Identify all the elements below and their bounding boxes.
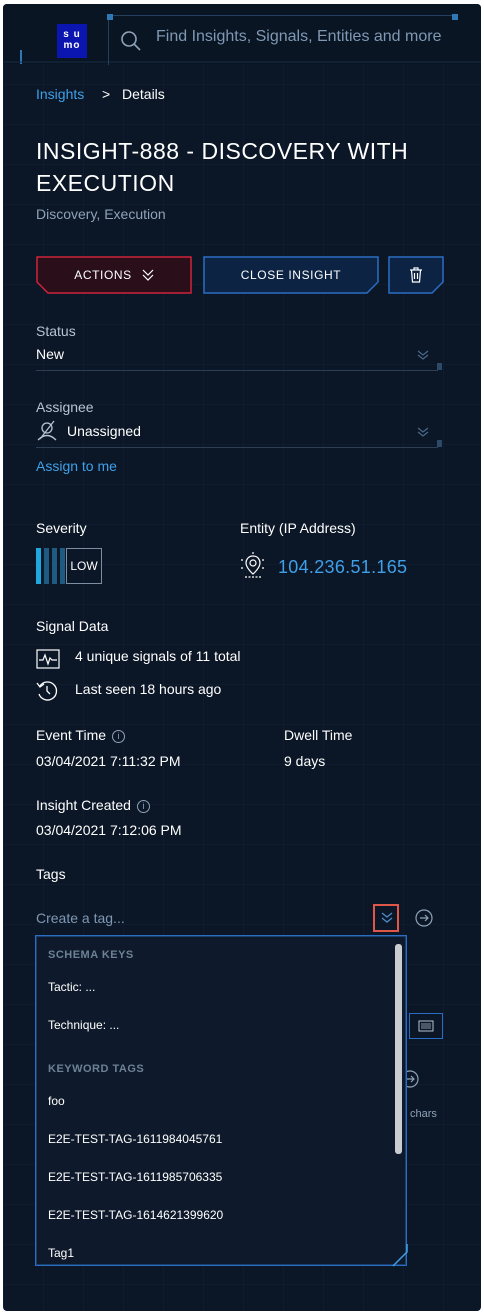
status-underline [36, 370, 438, 371]
actions-button[interactable]: ACTIONS [36, 256, 192, 294]
insight-tactics: Discovery, Execution [36, 206, 166, 222]
search-corner-marker [452, 14, 458, 20]
dropdown-corner-accent [392, 1244, 408, 1267]
tag-dropdown-toggle[interactable] [373, 904, 399, 932]
dwell-time-label: Dwell Time [284, 727, 353, 743]
top-bar: s u mo Find Insights, Signals, Entities … [3, 4, 481, 65]
tag-option[interactable]: foo [48, 1094, 65, 1108]
severity-bar-3 [52, 548, 57, 584]
ip-address-icon [241, 552, 265, 578]
severity-badge: LOW [66, 548, 102, 584]
create-tag-input[interactable]: Create a tag... [36, 910, 125, 926]
double-chevron-down-icon [142, 269, 154, 281]
search-icon [121, 31, 141, 51]
pulse-icon [36, 649, 60, 669]
event-time-label: Event Time i [36, 727, 126, 743]
last-seen-text: Last seen 18 hours ago [75, 681, 222, 697]
char-count-suffix: chars [410, 1108, 437, 1120]
breadcrumb-insights-link[interactable]: Insights [36, 86, 84, 102]
insight-created-label-text: Insight Created [36, 797, 131, 813]
tag-option[interactable]: Technique: ... [48, 1018, 119, 1032]
chevron-down-icon[interactable] [416, 427, 430, 437]
breadcrumb-current: Details [122, 86, 165, 102]
status-label: Status [36, 323, 76, 339]
tag-option[interactable]: Tag1 [48, 1246, 74, 1260]
search-corner-marker [107, 14, 113, 20]
breadcrumb-separator: > [102, 86, 111, 102]
app-frame: s u mo Find Insights, Signals, Entities … [3, 4, 481, 1311]
delete-button[interactable] [388, 256, 444, 294]
tag-option[interactable]: Tactic: ... [48, 980, 95, 994]
actions-button-label: ACTIONS [74, 268, 132, 282]
close-insight-label: CLOSE INSIGHT [240, 268, 342, 282]
history-clock-icon [36, 681, 58, 701]
assignee-label: Assignee [36, 399, 94, 415]
entity-label: Entity (IP Address) [240, 520, 356, 536]
circle-arrow-right-icon[interactable] [415, 909, 433, 927]
assign-to-me-link[interactable]: Assign to me [36, 458, 117, 474]
info-icon[interactable]: i [112, 730, 126, 743]
insight-created-value: 03/04/2021 7:12:06 PM [36, 822, 182, 838]
dropdown-scrollbar[interactable] [395, 944, 402, 1154]
close-insight-button[interactable]: CLOSE INSIGHT [203, 256, 379, 294]
severity-bar-4 [60, 548, 65, 584]
event-time-value: 03/04/2021 7:11:32 PM [36, 753, 181, 769]
keyword-tags-header: KEYWORD TAGS [48, 1063, 145, 1075]
tag-option[interactable]: E2E-TEST-TAG-1611984045761 [48, 1132, 222, 1146]
event-time-label-text: Event Time [36, 727, 107, 743]
insight-created-label: Insight Created i [36, 797, 150, 813]
severity-bar-2 [44, 548, 49, 584]
tags-label: Tags [36, 866, 66, 882]
tag-suggestions-dropdown: SCHEMA KEYS Tactic: ... Technique: ... K… [35, 935, 407, 1266]
assignee-corner-marker [437, 440, 442, 447]
assignee-value[interactable]: Unassigned [67, 423, 141, 439]
page-title: INSIGHT-888 - DISCOVERY WITH EXECUTION [36, 138, 409, 196]
search-input[interactable]: Find Insights, Signals, Entities and mor… [156, 28, 456, 52]
info-icon[interactable]: i [136, 800, 150, 813]
double-chevron-down-icon [381, 912, 393, 923]
assignee-underline [36, 447, 438, 448]
sumo-logo[interactable]: s u mo [57, 24, 87, 58]
severity-label: Severity [36, 520, 87, 536]
tag-option[interactable]: E2E-TEST-TAG-1611985706335 [48, 1170, 222, 1184]
signals-count-text: 4 unique signals of 11 total [75, 648, 241, 664]
severity-bar-1 [36, 548, 41, 584]
logo-line-2: mo [63, 40, 81, 51]
chevron-down-icon[interactable] [416, 350, 430, 360]
signal-data-label: Signal Data [36, 618, 109, 634]
schema-keys-header: SCHEMA KEYS [48, 949, 134, 961]
list-view-icon[interactable] [409, 1013, 443, 1039]
status-corner-marker [437, 363, 442, 370]
trash-icon [410, 267, 422, 283]
logo-line-1: s u [63, 29, 81, 40]
no-user-icon [37, 420, 57, 441]
dwell-time-value: 9 days [284, 753, 326, 769]
entity-ip-link[interactable]: 104.236.51.165 [278, 557, 407, 578]
tag-option[interactable]: E2E-TEST-TAG-1614621399620 [48, 1208, 223, 1222]
status-value[interactable]: New [36, 346, 64, 362]
